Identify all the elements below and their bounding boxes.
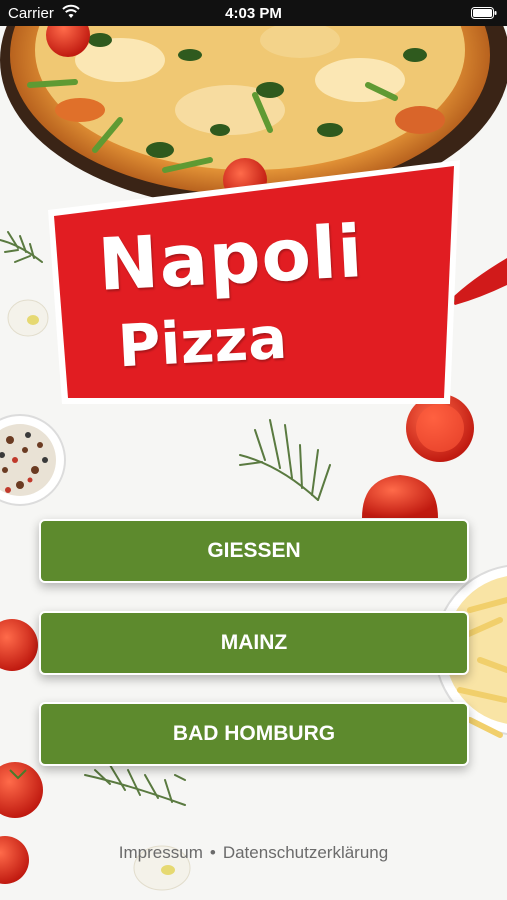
impressum-link[interactable]: Impressum: [119, 843, 203, 862]
footer-separator: •: [209, 843, 216, 862]
logo-line-napoli: Napoli: [95, 209, 366, 307]
battery-icon: [471, 7, 497, 19]
tomato-halves: [362, 394, 474, 518]
location-button-bad-homburg[interactable]: BAD HOMBURG: [39, 702, 469, 766]
location-button-mainz[interactable]: MAINZ: [39, 611, 469, 675]
location-button-giessen[interactable]: GIESSEN: [39, 519, 469, 583]
napoli-pizza-logo: Napoli Pizza: [40, 158, 470, 408]
spice-bowl: [0, 414, 66, 506]
status-time: 4:03 PM: [225, 5, 282, 22]
privacy-link[interactable]: Datenschutzerklärung: [223, 843, 388, 862]
footer-links: Impressum • Datenschutzerklärung: [0, 843, 507, 863]
status-bar: Carrier 4:03 PM: [0, 0, 507, 26]
logo-line-pizza: Pizza: [116, 303, 289, 381]
